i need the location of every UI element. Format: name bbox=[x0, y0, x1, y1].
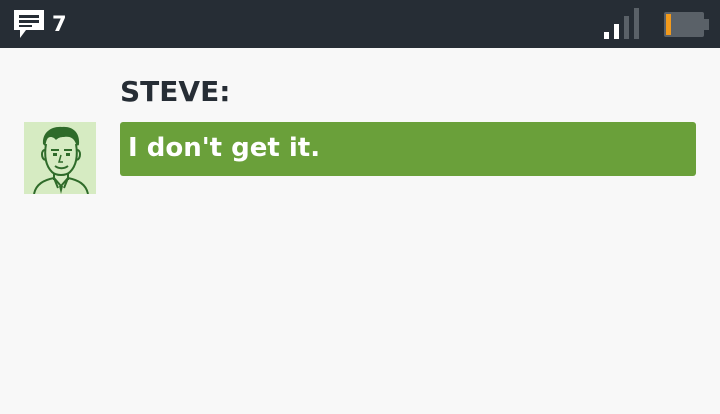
message-icon[interactable] bbox=[12, 8, 46, 40]
dialogue-screen bbox=[0, 48, 720, 414]
dialogue-text: I don't get it. bbox=[128, 133, 321, 163]
dialogue-bubble[interactable]: I don't get it. bbox=[120, 122, 696, 176]
status-bar: 7 bbox=[0, 0, 720, 48]
signal-icon bbox=[604, 8, 639, 39]
battery-icon bbox=[664, 12, 709, 37]
message-count: 7 bbox=[52, 12, 67, 36]
steve-portrait-icon bbox=[24, 122, 96, 195]
speaker-name: STEVE: bbox=[120, 75, 231, 108]
